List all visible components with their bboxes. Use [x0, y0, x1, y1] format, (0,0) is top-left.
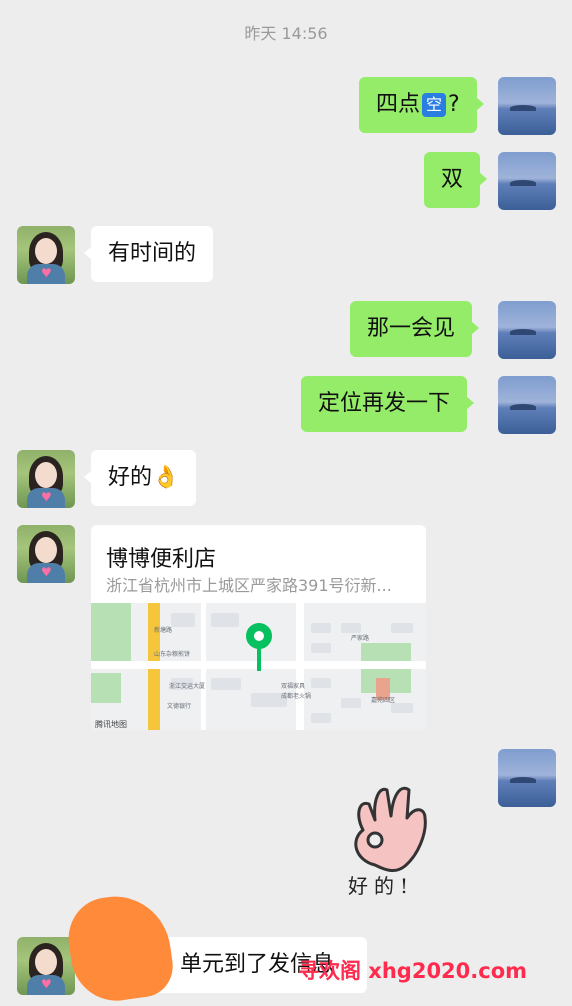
message-text: 有时间的 — [108, 241, 197, 266]
message-text: ? — [448, 92, 460, 117]
avatar-self[interactable] — [498, 376, 556, 434]
message-text: 那一会见 — [367, 316, 456, 341]
avatar-contact[interactable]: ♥ — [17, 450, 75, 508]
avatar-self[interactable] — [498, 749, 556, 807]
message-bubble[interactable]: 定位再发一下 — [301, 376, 475, 432]
message-text: 双 — [441, 167, 464, 192]
map-label: 嘉苑四区 — [371, 697, 396, 704]
message-bubble[interactable]: 有时间的 — [83, 226, 214, 282]
map-label: 浙江交运大厦 — [169, 683, 206, 690]
avatar-contact[interactable]: ♥ — [17, 937, 75, 995]
map-label: 成都老火锅 — [281, 693, 312, 700]
message-bubble[interactable]: 四点空? — [359, 77, 484, 133]
map-label: 双福家具 — [281, 683, 306, 690]
location-pin-icon — [246, 623, 272, 649]
location-address: 浙江省杭州市上城区严家路391号衍新... — [106, 576, 392, 595]
message-text: 四点 — [376, 92, 421, 117]
chat-timestamp: 昨天 14:56 — [244, 24, 328, 43]
avatar-contact[interactable]: ♥ — [17, 226, 75, 284]
avatar-contact[interactable]: ♥ — [17, 525, 75, 583]
message-bubble[interactable]: 双 — [424, 152, 488, 208]
map-label: 严家路 — [351, 635, 370, 642]
message-text: 好的 — [108, 465, 153, 490]
watermark-text: 寻欢阁 xhg2020.com — [298, 959, 528, 983]
message-bubble[interactable]: 好的👌 — [83, 450, 197, 506]
location-card[interactable]: 博博便利店 浙江省杭州市上城区严家路391号衍新... 新塘路 山东杂粮煎饼 浙… — [91, 525, 426, 730]
map-label: 文德银行 — [167, 703, 192, 710]
ok-hand-icon: 👌 — [152, 465, 180, 490]
avatar-self[interactable] — [498, 301, 556, 359]
location-name: 博博便利店 — [106, 547, 217, 572]
redaction-scribble — [63, 889, 177, 1006]
message-bubble[interactable]: 那一会见 — [350, 301, 480, 357]
map-label: 新塘路 — [154, 627, 173, 634]
map-credit: 腾讯地图 — [95, 720, 127, 729]
avatar-self[interactable] — [498, 152, 556, 210]
map-label: 山东杂粮煎饼 — [154, 651, 191, 658]
location-map[interactable]: 新塘路 山东杂粮煎饼 浙江交运大厦 文德银行 双福家具 成都老火锅 严家路 嘉苑… — [91, 603, 426, 730]
avatar-self[interactable] — [498, 77, 556, 135]
sticker-caption: 好的! — [348, 874, 415, 898]
empty-emoji-icon: 空 — [422, 93, 447, 117]
message-text: 定位再发一下 — [318, 391, 451, 416]
